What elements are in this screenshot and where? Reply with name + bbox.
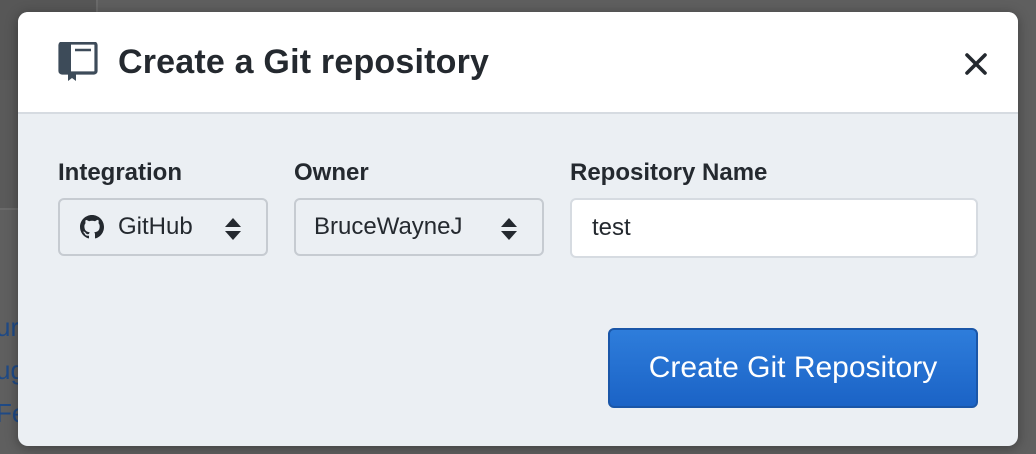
close-icon: [965, 53, 987, 75]
owner-label: Owner: [294, 159, 369, 186]
integration-label: Integration: [58, 159, 182, 186]
dialog-header: Create a Git repository: [18, 12, 1018, 114]
repository-name-label: Repository Name: [570, 159, 768, 186]
repository-name-input[interactable]: [570, 198, 978, 258]
dialog-title: Create a Git repository: [118, 43, 490, 81]
github-icon: [80, 215, 104, 239]
chevron-up-down-icon: [225, 218, 241, 240]
integration-select[interactable]: GitHub: [58, 198, 268, 256]
integration-value: GitHub: [118, 213, 193, 240]
repo-book-icon: [58, 42, 98, 81]
owner-value: BruceWayneJ: [314, 213, 463, 240]
background-link-text: ur: [0, 312, 20, 342]
chevron-up-down-icon: [501, 218, 517, 240]
create-repository-dialog: Create a Git repository Integration GitH…: [18, 12, 1018, 446]
owner-select[interactable]: BruceWayneJ: [294, 198, 544, 256]
create-git-repository-button[interactable]: Create Git Repository: [608, 328, 978, 408]
close-button[interactable]: [958, 46, 994, 82]
